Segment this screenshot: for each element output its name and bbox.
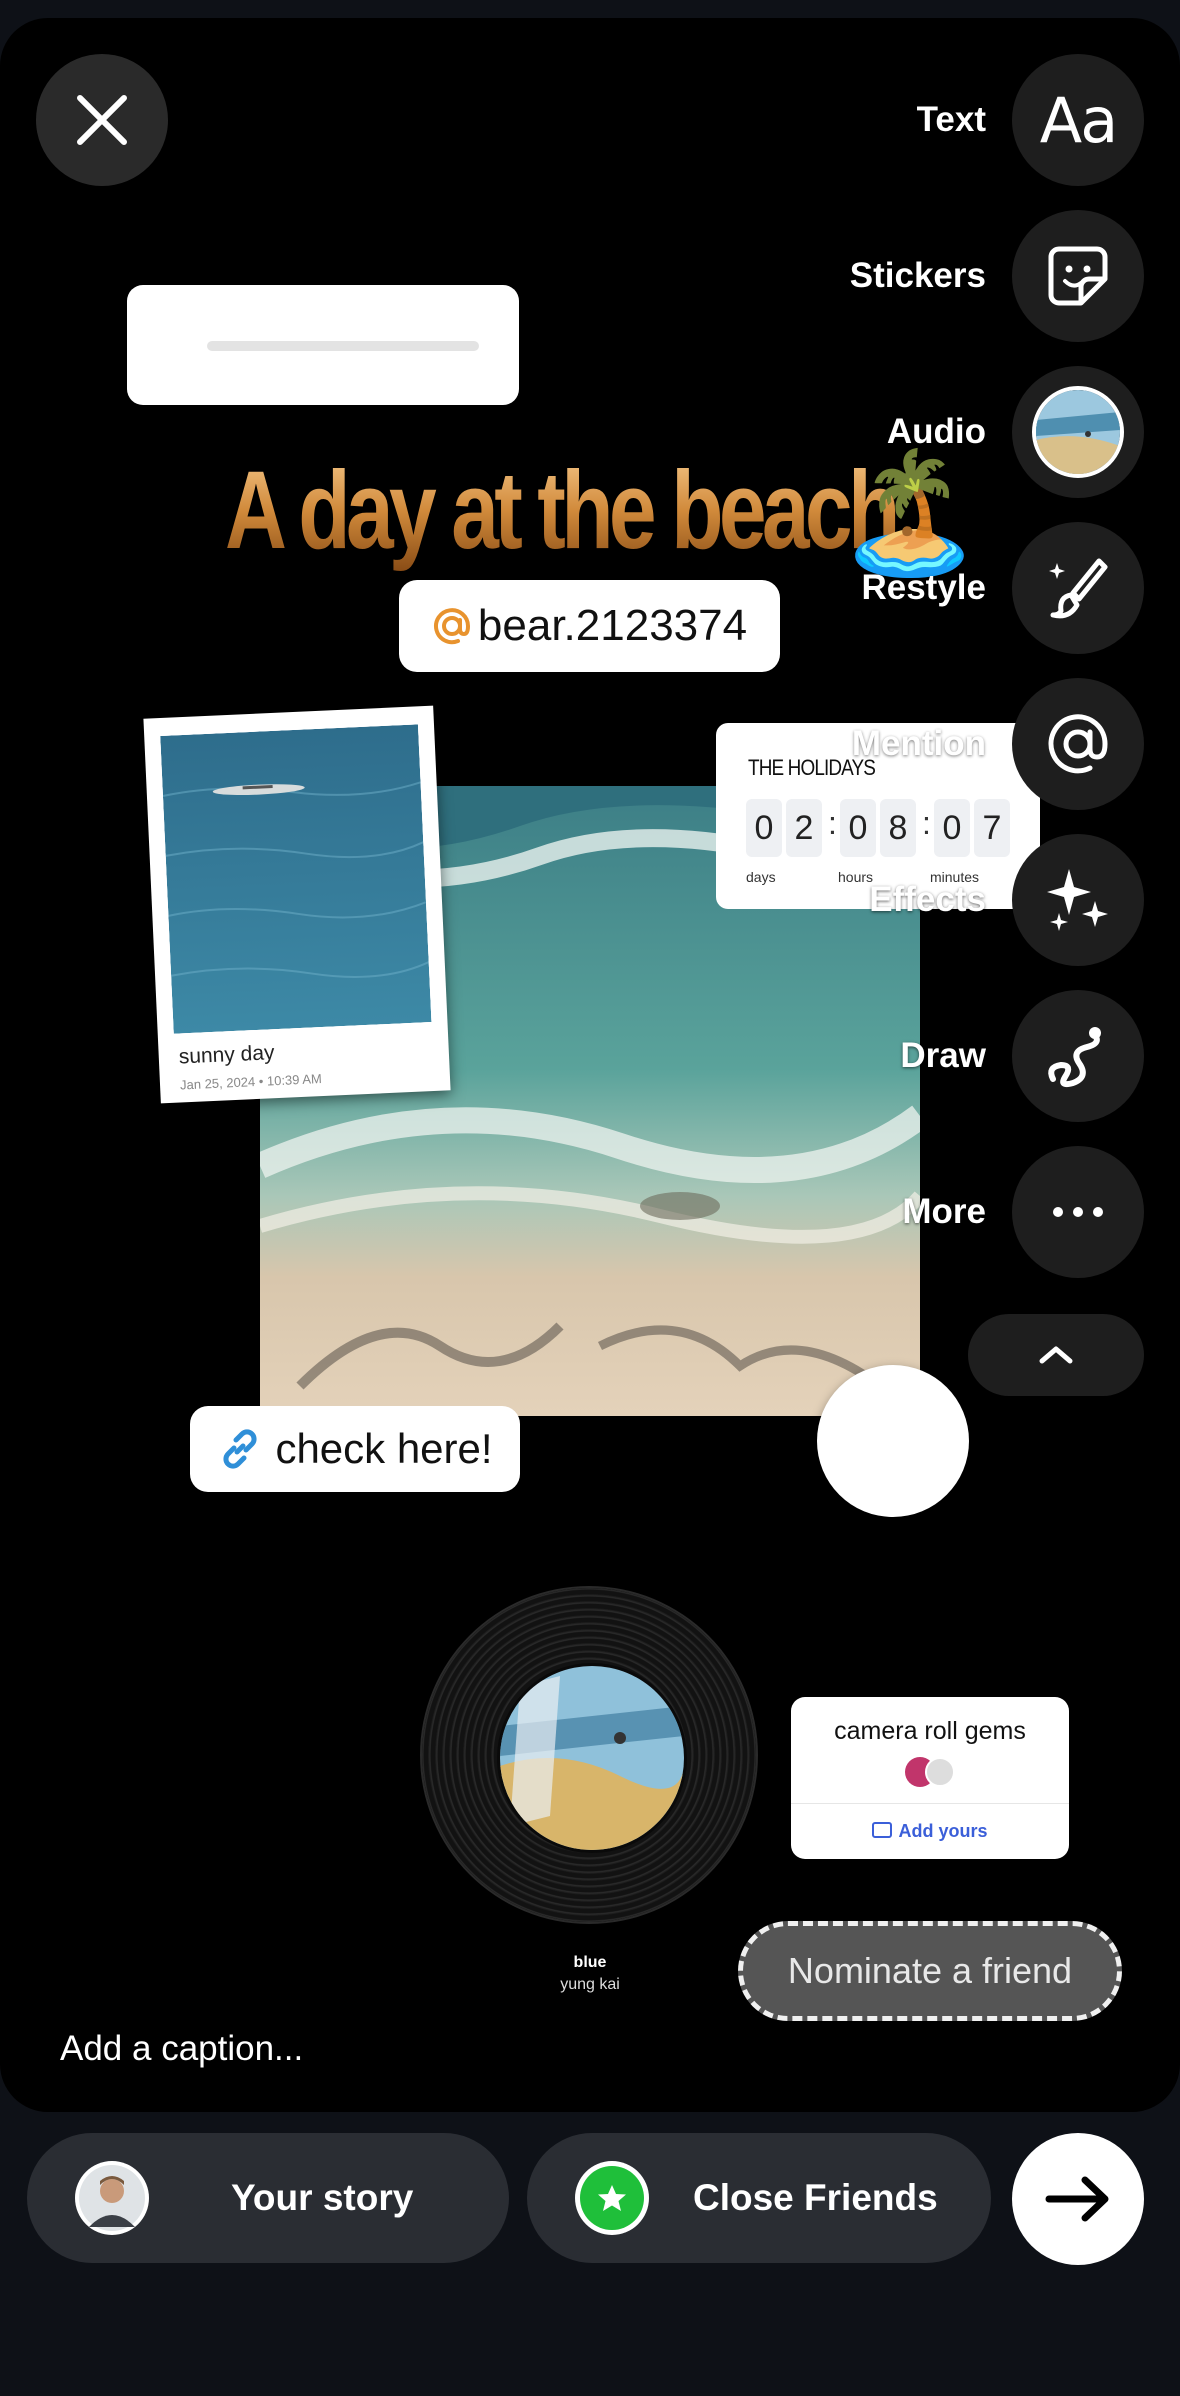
draw-tool-button[interactable]: [1012, 990, 1144, 1122]
story-editor-canvas: sunny day Jan 25, 2024 • 10:39 AM 😍 A da…: [0, 18, 1180, 2112]
link-icon: [223, 1429, 257, 1469]
tool-text[interactable]: Text Aa: [917, 54, 1144, 186]
tool-draw[interactable]: Draw: [900, 990, 1144, 1122]
chevron-up-icon: [1039, 1346, 1073, 1364]
ellipsis-icon: [1053, 1207, 1103, 1217]
music-vinyl-sticker[interactable]: [422, 1588, 756, 1922]
tool-audio[interactable]: Audio: [887, 366, 1144, 498]
countdown-digit: 2: [786, 799, 822, 857]
close-friends-star-icon: [575, 2161, 649, 2235]
sticker-icon: [1048, 246, 1108, 306]
sparkles-icon: [1047, 869, 1108, 931]
reaction-emoji: 😍: [856, 1402, 930, 1480]
nominate-label: Nominate a friend: [787, 1950, 1073, 1991]
polaroid-date: Jan 25, 2024 • 10:39 AM: [179, 1071, 323, 1093]
album-art: [497, 1663, 687, 1853]
polaroid-sticker[interactable]: sunny day Jan 25, 2024 • 10:39 AM: [143, 705, 451, 1104]
nominate-friend-sticker[interactable]: Nominate a friend: [738, 1921, 1122, 2021]
text-tool-button[interactable]: Aa: [1012, 54, 1144, 186]
tool-label-effects: Effects: [869, 880, 986, 919]
your-story-label: Your story: [231, 2177, 414, 2218]
audio-thumbnail: [1032, 386, 1124, 478]
arrow-right-icon: [1045, 2176, 1109, 2222]
tool-label-audio: Audio: [886, 412, 986, 451]
collapse-tools-button[interactable]: [968, 1314, 1144, 1396]
at-sign-icon: [1048, 714, 1108, 774]
text-aa-icon: Aa: [1039, 83, 1118, 157]
slider-emoji-thumb[interactable]: 😍: [157, 315, 205, 371]
caption-input[interactable]: Add a caption...: [60, 2029, 303, 2069]
effects-tool-button[interactable]: [1012, 834, 1144, 966]
divider: [791, 1803, 1069, 1804]
emoji-reaction-sticker[interactable]: 😍: [817, 1365, 969, 1517]
add-yours-prompt: camera roll gems: [834, 1717, 1026, 1745]
mention-handle: bear.2123374: [477, 601, 748, 650]
more-tool-button[interactable]: [1012, 1146, 1144, 1278]
avatar: [75, 2161, 149, 2235]
tool-label-mention: Mention: [851, 724, 986, 763]
close-friends-button[interactable]: Close Friends: [527, 2133, 991, 2263]
tool-stickers[interactable]: Stickers: [850, 210, 1144, 342]
participant-avatars: [905, 1757, 961, 1787]
headline-text[interactable]: A day at the beach: [225, 450, 900, 571]
tool-label-text: Text: [916, 100, 986, 139]
squiggle-icon: [1048, 1027, 1101, 1088]
countdown-digit: 0: [746, 799, 782, 857]
polaroid-photo: [160, 724, 432, 1034]
paintbrush-icon: [1049, 558, 1108, 619]
close-icon: [77, 95, 127, 145]
tool-label-more: More: [902, 1192, 986, 1231]
mention-tool-button[interactable]: [1012, 678, 1144, 810]
close-button[interactable]: [36, 54, 168, 186]
add-yours-button[interactable]: Add yours: [791, 1821, 1069, 1842]
camera-icon: [872, 1822, 893, 1838]
at-sign-icon: [433, 608, 470, 645]
share-next-button[interactable]: [1012, 2133, 1144, 2265]
countdown-unit-days: days: [746, 869, 776, 885]
tool-label-restyle: Restyle: [861, 568, 986, 607]
polaroid-caption: sunny day: [178, 1041, 275, 1069]
mention-sticker[interactable]: bear.2123374: [399, 580, 780, 672]
your-story-button[interactable]: Your story: [27, 2133, 509, 2263]
audio-tool-button[interactable]: [1012, 366, 1144, 498]
tool-restyle[interactable]: Restyle: [861, 522, 1144, 654]
close-friends-label: Close Friends: [693, 2177, 938, 2218]
countdown-unit-hours: hours: [838, 869, 874, 885]
add-yours-sticker[interactable]: camera roll gems Add yours: [791, 1697, 1069, 1859]
tool-mention[interactable]: Mention: [852, 678, 1144, 810]
link-sticker[interactable]: check here!: [190, 1406, 520, 1492]
tool-more[interactable]: More: [902, 1146, 1144, 1278]
stickers-tool-button[interactable]: [1012, 210, 1144, 342]
tool-label-stickers: Stickers: [849, 256, 986, 295]
tool-effects[interactable]: Effects: [869, 834, 1144, 966]
slider-track[interactable]: [207, 341, 479, 351]
restyle-tool-button[interactable]: [1012, 522, 1144, 654]
emoji-slider-sticker[interactable]: 😍: [127, 285, 519, 405]
link-text: check here!: [275, 1425, 493, 1472]
tool-label-draw: Draw: [900, 1036, 986, 1075]
add-yours-label: Add yours: [898, 1821, 988, 1841]
countdown-colon: :: [828, 805, 837, 841]
